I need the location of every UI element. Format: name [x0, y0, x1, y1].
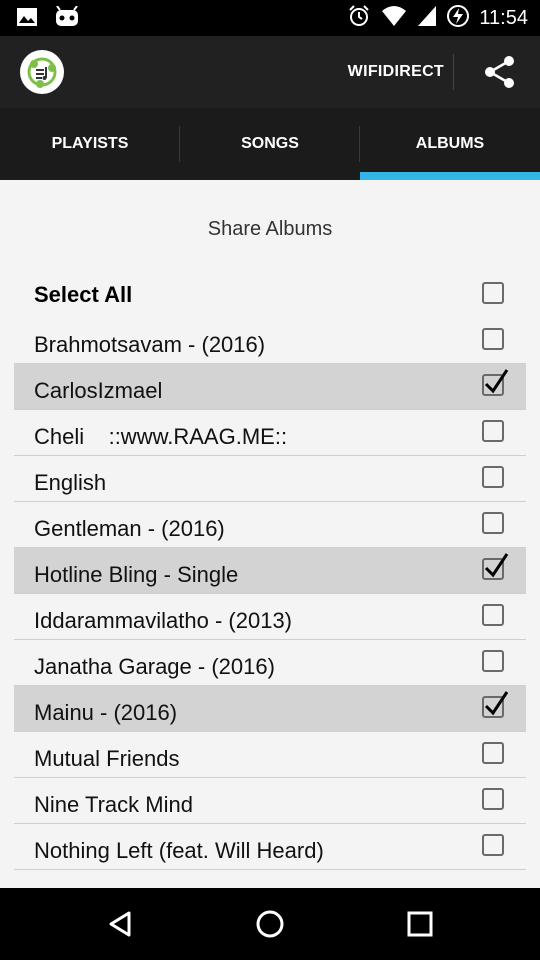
- album-checkbox[interactable]: [482, 328, 504, 350]
- album-checkbox[interactable]: [482, 650, 504, 672]
- wifi-icon: [381, 5, 407, 32]
- back-icon[interactable]: [100, 904, 140, 944]
- album-row[interactable]: Nothing Left (feat. Will Heard): [14, 824, 526, 870]
- tab-albums[interactable]: ALBUMS: [360, 108, 540, 180]
- share-icon[interactable]: [480, 52, 520, 92]
- album-label: Iddarammavilatho - (2013): [34, 608, 293, 633]
- action-divider: [453, 54, 454, 90]
- album-row[interactable]: Brahmotsavam - (2016): [14, 318, 526, 364]
- tab-label: SONGS: [241, 135, 299, 152]
- status-bar: 11:54: [0, 0, 540, 36]
- share-albums-panel: Share Albums Select All Brahmotsavam - (…: [0, 180, 540, 888]
- album-label: Mutual Friends: [34, 746, 180, 771]
- album-checkbox[interactable]: [482, 834, 504, 856]
- recents-icon[interactable]: [400, 904, 440, 944]
- album-label: CarlosIzmael: [34, 378, 163, 403]
- album-label: Hotline Bling - Single: [34, 562, 239, 587]
- navigation-bar: [0, 888, 540, 960]
- select-all-label: Select All: [34, 282, 133, 307]
- home-icon[interactable]: [250, 904, 290, 944]
- album-row[interactable]: English: [14, 456, 526, 502]
- tab-label: PLAYISTS: [51, 135, 129, 152]
- album-label: Janatha Garage - (2016): [34, 654, 275, 679]
- album-checkbox[interactable]: [482, 466, 504, 488]
- android-icon: [54, 5, 80, 33]
- tab-label: ALBUMS: [415, 135, 485, 152]
- album-label: Mainu - (2016): [34, 700, 178, 725]
- album-row[interactable]: Gentleman - (2016): [14, 502, 526, 548]
- tab-songs[interactable]: SONGS: [180, 108, 360, 180]
- signal-icon: [417, 5, 437, 32]
- album-row[interactable]: Mutual Friends: [14, 732, 526, 778]
- checkmark-icon: [484, 691, 509, 716]
- album-row[interactable]: Nine Track Mind: [14, 778, 526, 824]
- album-list: Brahmotsavam - (2016) CarlosIzmael Cheli :…: [14, 318, 526, 870]
- album-checkbox[interactable]: [482, 512, 504, 534]
- album-row[interactable]: Cheli ::www.RAAG.ME::: [14, 410, 526, 456]
- album-checkbox[interactable]: [482, 553, 509, 580]
- album-label: Nine Track Mind: [34, 792, 193, 817]
- tab-bar: PLAYISTS SONGS ALBUMS: [0, 108, 540, 180]
- album-row[interactable]: CarlosIzmael: [14, 364, 526, 410]
- select-all-checkbox[interactable]: [482, 282, 504, 304]
- status-time: 11:54: [479, 7, 528, 29]
- checkmark-icon: [484, 553, 509, 578]
- wifidirect-button[interactable]: WIFIDIRECT: [348, 36, 444, 108]
- alarm-icon: [347, 4, 371, 33]
- album-row[interactable]: Hotline Bling - Single: [14, 548, 526, 594]
- album-label: Gentleman - (2016): [34, 516, 225, 541]
- action-bar: WIFIDIRECT: [0, 36, 540, 108]
- album-label: Nothing Left (feat. Will Heard): [34, 838, 324, 863]
- album-checkbox[interactable]: [482, 742, 504, 764]
- album-row[interactable]: Janatha Garage - (2016): [14, 640, 526, 686]
- album-label: English: [34, 470, 107, 495]
- active-tab-indicator: [360, 172, 540, 180]
- page-title: Share Albums: [207, 218, 333, 240]
- album-label: Brahmotsavam - (2016): [34, 332, 266, 357]
- album-checkbox[interactable]: [482, 604, 504, 626]
- album-checkbox[interactable]: [482, 369, 509, 396]
- music-share-icon[interactable]: [20, 50, 64, 94]
- album-checkbox[interactable]: [482, 420, 504, 442]
- select-all-row[interactable]: Select All: [14, 274, 526, 318]
- battery-charging-icon: [447, 4, 470, 33]
- album-checkbox[interactable]: [482, 788, 504, 810]
- tab-playlists[interactable]: PLAYISTS: [0, 108, 180, 180]
- image-icon: [16, 6, 38, 33]
- checkmark-icon: [484, 369, 509, 394]
- album-checkbox[interactable]: [482, 691, 509, 718]
- album-row[interactable]: Mainu - (2016): [14, 686, 526, 732]
- album-row[interactable]: Iddarammavilatho - (2013): [14, 594, 526, 640]
- album-label: Cheli ::www.RAAG.ME::: [34, 424, 288, 449]
